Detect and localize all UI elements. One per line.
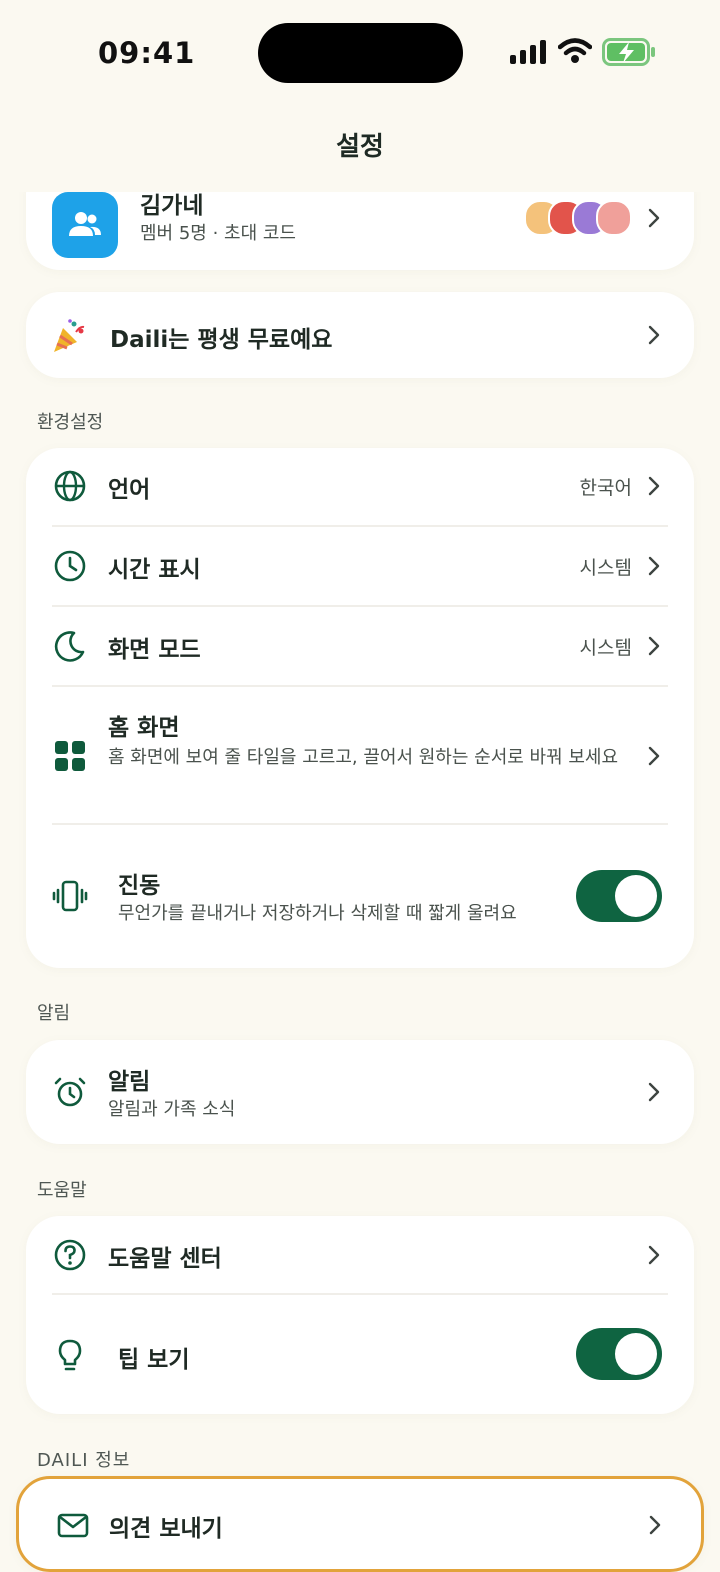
vibration-row: 진동 무언가를 끝내거나 저장하거나 삭제할 때 짧게 울려요 <box>26 826 694 966</box>
notifications-card: 알림 알림과 가족 소식 <box>26 1040 694 1144</box>
feedback-card: 의견 보내기 <box>16 1476 704 1572</box>
chevron-right-icon <box>648 556 660 576</box>
help-center-row[interactable]: 도움말 센터 <box>26 1216 694 1292</box>
family-icon-tile <box>52 192 118 258</box>
battery-charging-icon <box>602 38 655 66</box>
divider <box>52 605 668 607</box>
page-title: 설정 <box>336 132 384 162</box>
vibration-icon <box>52 880 88 912</box>
party-popper-icon <box>54 319 85 352</box>
people-icon <box>69 212 101 236</box>
section-header-help: 도움말 <box>37 1180 87 1201</box>
section-header-notifications: 알림 <box>37 1003 71 1024</box>
help-center-label: 도움말 센터 <box>108 1246 222 1272</box>
time-display-row[interactable]: 시간 표시 시스템 <box>26 528 694 604</box>
time-display-value: 시스템 <box>579 557 632 579</box>
divider <box>52 685 668 687</box>
chevron-right-icon <box>648 325 660 345</box>
section-header-about: DAILI 정보 <box>37 1450 131 1471</box>
home-screen-row[interactable]: 홈 화면 홈 화면에 보여 줄 타일을 고르고, 끌어서 원하는 순서로 바꿔 … <box>26 688 694 822</box>
avatar <box>596 200 632 236</box>
alerts-row[interactable]: 알림 알림과 가족 소식 <box>26 1040 694 1144</box>
tips-toggle[interactable] <box>576 1328 662 1380</box>
home-screen-description: 홈 화면에 보여 줄 타일을 고르고, 끌어서 원하는 순서로 바꿔 보세요 <box>108 747 619 768</box>
question-circle-icon <box>54 1239 86 1271</box>
feedback-row[interactable]: 의견 보내기 <box>19 1479 701 1569</box>
grid-icon <box>55 741 85 771</box>
feedback-label: 의견 보내기 <box>109 1516 223 1542</box>
home-screen-label: 홈 화면 <box>108 715 180 741</box>
toggle-knob <box>615 875 657 917</box>
chevron-right-icon <box>648 208 660 228</box>
divider <box>52 823 668 825</box>
family-subtitle: 멤버 5명 · 초대 코드 <box>140 223 296 244</box>
divider <box>52 525 668 527</box>
globe-icon <box>54 470 86 502</box>
language-value: 한국어 <box>579 477 632 499</box>
mail-icon <box>57 1513 89 1538</box>
promo-card[interactable]: Daili는 평생 무료예요 <box>26 292 694 378</box>
tips-label: 팁 보기 <box>118 1347 190 1373</box>
chevron-right-icon <box>648 476 660 496</box>
alarm-clock-icon <box>54 1077 86 1107</box>
status-time: 09:41 <box>98 36 196 70</box>
chevron-right-icon <box>648 636 660 656</box>
chevron-right-icon <box>648 1082 660 1102</box>
chevron-right-icon <box>649 1515 661 1535</box>
chevron-right-icon <box>648 746 660 766</box>
dynamic-island <box>258 23 463 83</box>
member-avatars <box>524 200 634 236</box>
signal-icon <box>510 40 546 64</box>
tips-row: 팁 보기 <box>26 1296 694 1414</box>
screen-mode-value: 시스템 <box>579 637 632 659</box>
vibration-description: 무언가를 끝내거나 저장하거나 삭제할 때 짧게 울려요 <box>118 903 517 924</box>
screen-mode-row[interactable]: 화면 모드 시스템 <box>26 608 694 684</box>
toggle-knob <box>615 1333 657 1375</box>
alerts-description: 알림과 가족 소식 <box>108 1099 236 1120</box>
divider <box>52 1293 668 1295</box>
preferences-card: 언어 한국어 시간 표시 시스템 화면 모드 시스템 홈 화면 홈 화면에 보여… <box>26 448 694 968</box>
screen-mode-label: 화면 모드 <box>108 637 201 663</box>
clock-icon <box>54 550 86 582</box>
lightbulb-icon <box>58 1339 82 1371</box>
section-header-preferences: 환경설정 <box>37 412 104 433</box>
alerts-label: 알림 <box>108 1069 151 1095</box>
chevron-right-icon <box>648 1245 660 1265</box>
promo-label: Daili는 평생 무료예요 <box>110 327 333 353</box>
language-row[interactable]: 언어 한국어 <box>26 448 694 524</box>
vibration-toggle[interactable] <box>576 870 662 922</box>
wifi-icon <box>558 38 592 63</box>
vibration-label: 진동 <box>118 873 161 899</box>
moon-icon <box>54 631 85 662</box>
status-bar: 09:41 <box>0 0 720 110</box>
language-label: 언어 <box>108 477 151 503</box>
help-card: 도움말 센터 팁 보기 <box>26 1216 694 1414</box>
time-display-label: 시간 표시 <box>108 557 201 583</box>
